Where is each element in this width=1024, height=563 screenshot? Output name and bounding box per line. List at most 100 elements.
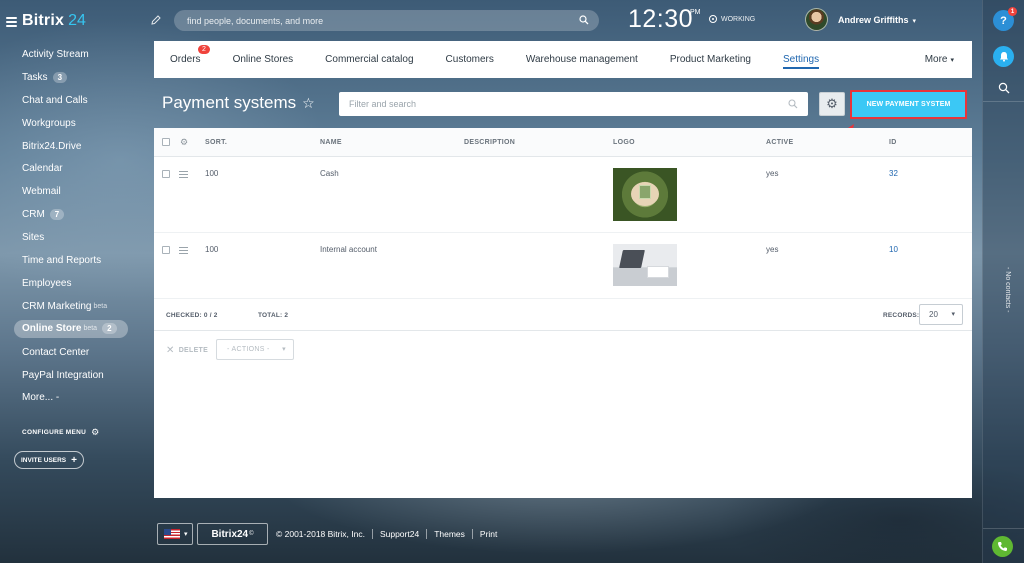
sidebar-item-tasks[interactable]: Tasks 3 — [0, 66, 150, 89]
page-title: Payment systems ☆ — [162, 93, 315, 112]
sidebar-item-chat-and-calls[interactable]: Chat and Calls — [0, 89, 150, 112]
bell-icon — [999, 52, 1008, 62]
bitrix24-brand-button[interactable]: Bitrix24 © — [197, 523, 268, 545]
crm-count-badge: 7 — [49, 209, 65, 221]
star-icon[interactable]: ☆ — [302, 95, 315, 112]
column-id[interactable]: ID — [889, 139, 897, 146]
sidebar-item-paypal-integration[interactable]: PayPal Integration — [0, 364, 150, 387]
search-icon[interactable] — [788, 99, 798, 109]
row-menu-icon[interactable] — [179, 247, 188, 254]
phone-icon — [998, 542, 1007, 551]
sidebar-item-contact-center[interactable]: Contact Center — [0, 341, 150, 364]
tab-customers[interactable]: Customers — [430, 41, 510, 78]
copyright-text: © 2001-2018 Bitrix, Inc. — [276, 529, 373, 539]
table-row[interactable]: 100 Cash yes 32 — [154, 157, 972, 233]
global-search-input[interactable]: find people, documents, and more — [174, 10, 599, 31]
select-all-checkbox[interactable] — [162, 138, 170, 146]
column-sort[interactable]: SORT. — [205, 139, 227, 146]
chevron-down-icon: ▾ — [282, 346, 286, 353]
menu-icon[interactable] — [6, 16, 17, 27]
no-contacts-label: - No contacts - — [1004, 267, 1011, 313]
search-icon[interactable] — [998, 82, 1010, 94]
chevron-down-icon: ▾ — [950, 56, 954, 64]
close-icon: ✕ — [166, 345, 175, 356]
row-checkbox[interactable] — [162, 170, 170, 178]
column-name[interactable]: NAME — [320, 139, 342, 146]
help-badge: 1 — [1008, 7, 1017, 16]
row-menu-icon[interactable] — [179, 171, 188, 178]
orders-count-badge: 2 — [198, 45, 210, 54]
sidebar-item-employees[interactable]: Employees — [0, 272, 150, 295]
gear-icon[interactable]: ⚙ — [180, 137, 188, 148]
invite-users-button[interactable]: INVITE USERS + — [14, 451, 84, 469]
sidebar-item-calendar[interactable]: Calendar — [0, 157, 150, 180]
records-per-page-select[interactable]: 20 ▾ — [919, 304, 963, 325]
sidebar-item-drive[interactable]: Bitrix24.Drive — [0, 135, 150, 158]
cell-id[interactable]: 32 — [889, 169, 898, 178]
tab-orders[interactable]: Orders 2 — [154, 41, 217, 78]
chevron-down-icon: ▾ — [912, 18, 917, 25]
tab-warehouse-management[interactable]: Warehouse management — [510, 41, 654, 78]
beta-label: beta — [93, 302, 108, 310]
checked-count: CHECKED: 0 / 2 — [166, 312, 218, 319]
column-description[interactable]: DESCRIPTION — [464, 139, 515, 146]
work-status[interactable]: WORKING — [709, 15, 755, 23]
help-button[interactable]: ? 1 — [993, 7, 1017, 31]
language-select[interactable]: ▾ — [157, 523, 193, 545]
beta-label: beta — [83, 325, 98, 333]
sidebar-item-workgroups[interactable]: Workgroups — [0, 112, 150, 135]
filter-search-input[interactable]: Filter and search — [339, 92, 808, 116]
copyright-mark: © — [249, 531, 254, 537]
cell-name[interactable]: Internal account — [320, 245, 377, 254]
new-payment-system-button[interactable]: NEW PAYMENT SYSTEM — [850, 90, 967, 119]
sidebar-item-online-store[interactable]: Online Store beta 2 — [14, 319, 128, 338]
cell-name[interactable]: Cash — [320, 169, 339, 178]
tab-commercial-catalog[interactable]: Commercial catalog — [309, 41, 429, 78]
column-logo[interactable]: LOGO — [613, 139, 635, 146]
logo-number: 24 — [68, 12, 86, 29]
tab-more[interactable]: More ▾ — [925, 41, 954, 78]
records-label: RECORDS: — [883, 312, 920, 319]
plus-icon: + — [71, 454, 77, 466]
delete-button[interactable]: ✕ DELETE — [166, 345, 208, 356]
tab-settings[interactable]: Settings — [767, 41, 835, 78]
column-active[interactable]: ACTIVE — [766, 139, 793, 146]
sidebar-item-time-and-reports[interactable]: Time and Reports — [0, 249, 150, 272]
row-checkbox[interactable] — [162, 246, 170, 254]
user-menu[interactable]: Andrew Griffiths ▾ — [838, 15, 916, 25]
cell-id[interactable]: 10 — [889, 245, 898, 254]
divider — [983, 101, 1024, 102]
configure-menu-link[interactable]: CONFIGURE MENU ⚙ — [22, 427, 100, 438]
cell-sort: 100 — [205, 245, 219, 254]
pencil-icon[interactable] — [150, 14, 162, 26]
table-row[interactable]: 100 Internal account yes 10 — [154, 233, 972, 299]
phone-button[interactable] — [992, 536, 1013, 557]
sidebar-item-activity-stream[interactable]: Activity Stream — [0, 43, 150, 66]
search-icon[interactable] — [579, 15, 589, 25]
themes-link[interactable]: Themes — [427, 529, 473, 539]
tasks-count-badge: 3 — [52, 71, 68, 83]
actions-select[interactable]: - ACTIONS - ▾ — [216, 339, 294, 360]
print-link[interactable]: Print — [473, 529, 504, 539]
app-logo[interactable]: Bitrix 24 — [6, 12, 86, 30]
support24-link[interactable]: Support24 — [373, 529, 428, 539]
notifications-button[interactable] — [993, 46, 1014, 67]
settings-button[interactable]: ⚙ — [819, 92, 845, 116]
clock-ampm: PM — [690, 9, 701, 16]
tab-product-marketing[interactable]: Product Marketing — [654, 41, 767, 78]
cash-logo-image — [613, 168, 677, 221]
clock-time[interactable]: 12:30 — [628, 5, 693, 34]
sidebar-item-crm[interactable]: CRM 7 — [0, 203, 150, 226]
total-count: TOTAL: 2 — [258, 312, 289, 319]
avatar[interactable] — [805, 8, 828, 31]
sidebar-item-webmail[interactable]: Webmail — [0, 180, 150, 203]
chevron-down-icon: ▾ — [184, 531, 188, 538]
sidebar-item-sites[interactable]: Sites — [0, 226, 150, 249]
divider — [983, 528, 1024, 529]
sidebar-item-crm-marketing[interactable]: CRM Marketing beta — [0, 295, 150, 318]
table-header: ⚙ SORT. NAME DESCRIPTION LOGO ACTIVE ID — [154, 128, 972, 157]
sidebar-item-more[interactable]: More... - — [0, 386, 150, 409]
payment-systems-table: ⚙ SORT. NAME DESCRIPTION LOGO ACTIVE ID … — [154, 128, 972, 331]
tab-online-stores[interactable]: Online Stores — [217, 41, 310, 78]
left-sidebar: Bitrix 24 Activity Stream Tasks 3 Chat an… — [0, 0, 150, 563]
